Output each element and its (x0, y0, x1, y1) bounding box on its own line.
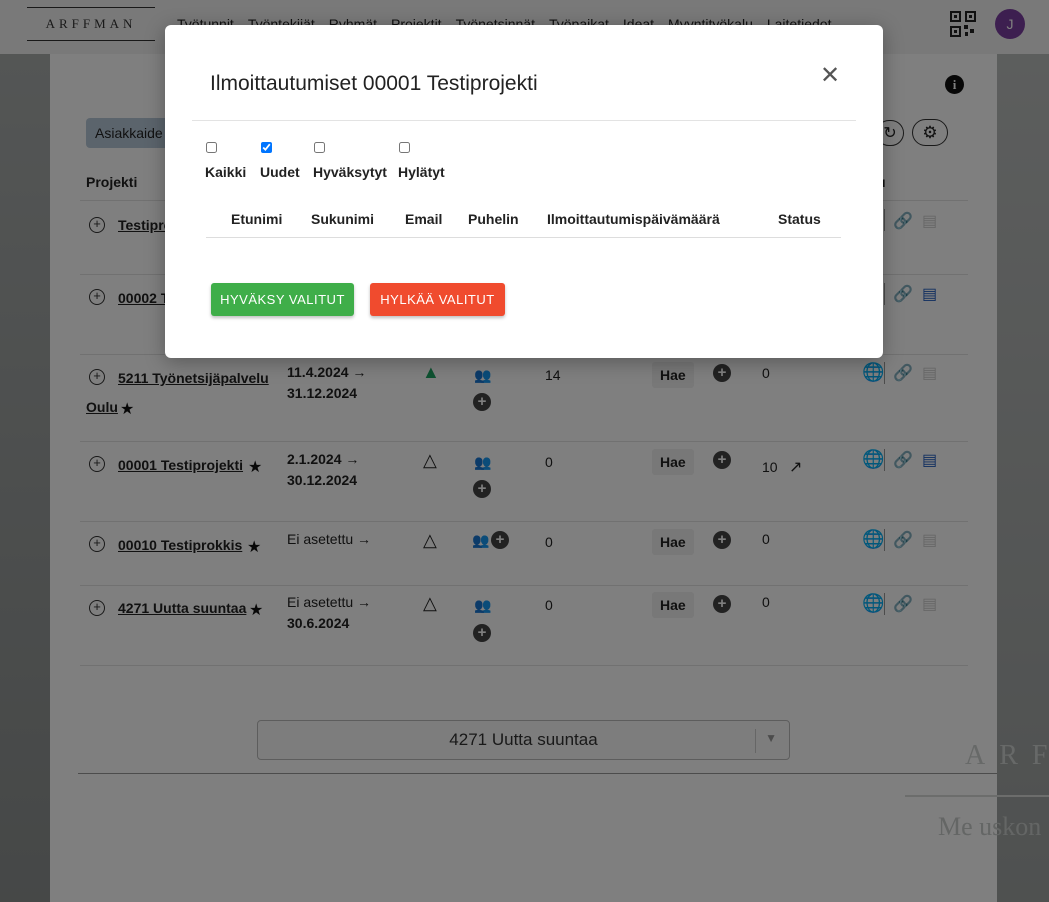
column-header-sukunimi[interactable]: Sukunimi (311, 211, 374, 227)
close-icon[interactable]: ✕ (819, 64, 841, 88)
accept-selected-button[interactable]: HYVÄKSY VALITUT (211, 283, 354, 316)
column-header-status[interactable]: Status (778, 211, 821, 227)
column-header-puhelin[interactable]: Puhelin (468, 211, 519, 227)
filter-hylatyt-label: Hylätyt (398, 164, 445, 180)
filter-kaikki-label: Kaikki (205, 164, 247, 180)
filter-kaikki-checkbox[interactable] (206, 142, 217, 153)
filter-uudet-checkbox[interactable] (261, 142, 272, 153)
column-header-email[interactable]: Email (405, 211, 442, 227)
filter-hyvaksytyt-checkbox[interactable] (314, 142, 325, 153)
modal-divider (192, 120, 856, 121)
modal-title: Ilmoittautumiset 00001 Testiprojekti (210, 72, 538, 95)
reject-selected-button[interactable]: HYLKÄÄ VALITUT (370, 283, 505, 316)
registrations-modal: Ilmoittautumiset 00001 Testiprojekti ✕ K… (165, 25, 883, 358)
column-header-etunimi[interactable]: Etunimi (231, 211, 282, 227)
filter-hylatyt-checkbox[interactable] (399, 142, 410, 153)
filter-hyvaksytyt-label: Hyväksytyt (313, 164, 387, 180)
filter-uudet-label: Uudet (260, 164, 300, 180)
column-header-date[interactable]: Ilmoittautumispäivämäärä (547, 211, 720, 227)
table-header-divider (206, 237, 841, 238)
